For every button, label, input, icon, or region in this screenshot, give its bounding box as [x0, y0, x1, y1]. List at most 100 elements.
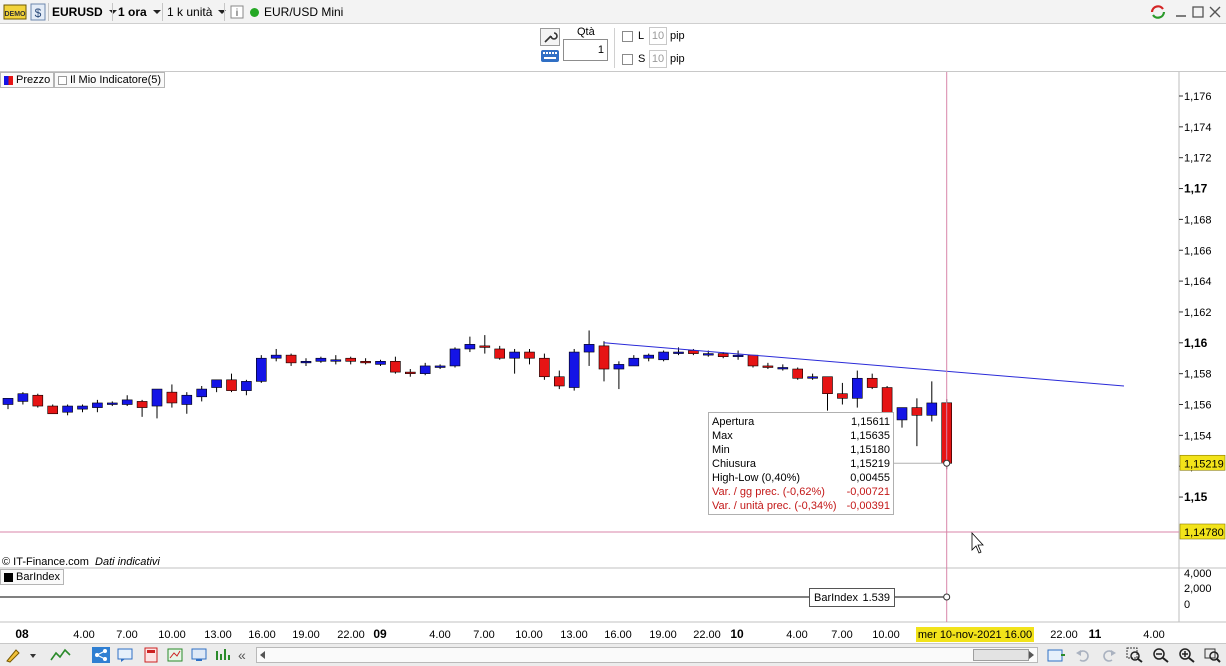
candle[interactable]	[628, 357, 640, 367]
candle[interactable]	[255, 357, 267, 382]
scroll-start-icon[interactable]: «	[238, 647, 256, 663]
timeframe-selector[interactable]: 1 ora	[118, 2, 161, 22]
candle[interactable]	[926, 402, 938, 416]
candle[interactable]	[658, 351, 669, 361]
candle[interactable]	[896, 407, 908, 421]
candle[interactable]	[315, 357, 327, 362]
refresh-icon[interactable]	[1148, 2, 1168, 22]
candle[interactable]	[390, 361, 401, 373]
info-icon[interactable]: i	[230, 2, 244, 22]
undo-icon[interactable]	[1074, 647, 1092, 663]
candle[interactable]	[747, 354, 759, 367]
candle[interactable]	[92, 402, 103, 408]
wrench-icon[interactable]	[540, 28, 560, 46]
candle[interactable]	[285, 354, 297, 364]
long-pips-input[interactable]: 10	[649, 27, 667, 45]
scroll-left-icon[interactable]	[260, 651, 265, 659]
candle[interactable]	[166, 391, 178, 404]
screen-icon[interactable]	[190, 647, 208, 663]
share-icon[interactable]	[92, 647, 110, 663]
candle[interactable]	[17, 393, 29, 402]
candle[interactable]	[241, 381, 252, 391]
chevron-down-icon[interactable]	[24, 647, 42, 663]
candle[interactable]	[792, 368, 804, 379]
long-checkbox[interactable]	[622, 31, 633, 42]
candle[interactable]	[911, 407, 923, 416]
candle[interactable]	[762, 365, 774, 368]
candle[interactable]	[404, 371, 416, 374]
keyboard-icon[interactable]	[540, 48, 560, 64]
candle[interactable]	[47, 405, 59, 415]
candle[interactable]	[375, 361, 386, 365]
indicator-icon[interactable]	[166, 647, 184, 663]
trendline[interactable]	[603, 342, 1125, 387]
candle[interactable]	[330, 359, 342, 362]
short-checkbox[interactable]	[622, 54, 633, 65]
zoom-box-icon[interactable]	[1126, 647, 1144, 663]
chart-area[interactable]: 1,176 1,174 1,172 1,17 1,168 1,166 1,164 1,162 1…	[0, 72, 1226, 666]
barindex-panel-label[interactable]: BarIndex	[0, 569, 65, 585]
candle[interactable]	[32, 394, 44, 407]
candle[interactable]	[732, 354, 744, 357]
candle[interactable]	[270, 354, 282, 359]
redo-icon[interactable]	[1100, 647, 1118, 663]
candle[interactable]	[226, 379, 237, 391]
candle[interactable]	[211, 379, 222, 388]
candle[interactable]	[479, 345, 491, 348]
legend-indicator[interactable]: Il Mio Indicatore(5)	[54, 72, 166, 88]
close-icon[interactable]	[1208, 2, 1222, 22]
chart-style-icon[interactable]	[50, 647, 71, 663]
candle[interactable]	[345, 357, 357, 362]
zoom-in-icon[interactable]	[1178, 647, 1196, 663]
units-selector[interactable]: 1 k unità	[167, 2, 227, 22]
short-pips-input[interactable]: 10	[649, 50, 667, 68]
chat-icon[interactable]	[116, 647, 134, 663]
candle[interactable]	[673, 351, 684, 354]
candle[interactable]	[613, 364, 625, 370]
price-chart[interactable]: 1,176 1,174 1,172 1,17 1,168 1,166 1,164 1,162 1…	[0, 72, 1226, 643]
candle[interactable]	[553, 376, 565, 387]
candle[interactable]	[136, 401, 148, 408]
candle[interactable]	[107, 402, 118, 405]
candle[interactable]	[434, 365, 446, 368]
candle[interactable]	[866, 377, 878, 388]
candle[interactable]	[151, 388, 163, 407]
symbol-selector[interactable]: EURUSD	[52, 2, 117, 22]
calculator-icon[interactable]	[142, 647, 160, 663]
candle[interactable]	[494, 348, 506, 359]
candle[interactable]	[837, 393, 848, 399]
candle[interactable]	[524, 351, 535, 359]
legend-price[interactable]: Prezzo	[0, 72, 55, 88]
candle[interactable]	[181, 394, 193, 405]
candle[interactable]	[539, 357, 550, 378]
candle[interactable]	[121, 399, 133, 405]
scrollbar-thumb[interactable]	[973, 649, 1029, 661]
scroll-right-icon[interactable]	[1029, 651, 1034, 659]
candle[interactable]	[702, 353, 714, 356]
candle[interactable]	[717, 353, 729, 357]
candle[interactable]	[643, 354, 655, 359]
candle[interactable]	[2, 398, 14, 405]
candle[interactable]	[449, 348, 461, 367]
candle[interactable]	[196, 388, 207, 398]
candle[interactable]	[777, 367, 789, 370]
candle[interactable]	[583, 344, 595, 353]
candle[interactable]	[822, 376, 833, 395]
maximize-icon[interactable]	[1191, 2, 1205, 22]
calendar-icon[interactable]	[1046, 647, 1065, 663]
qty-input[interactable]: 1	[563, 39, 608, 61]
zoom-out-icon[interactable]	[1152, 647, 1170, 663]
dollar-icon[interactable]: $	[30, 2, 46, 22]
backtest-icon[interactable]	[214, 647, 232, 663]
candle[interactable]	[300, 361, 312, 364]
candle[interactable]	[464, 344, 476, 350]
candle[interactable]	[360, 361, 371, 364]
candle[interactable]	[419, 365, 431, 374]
time-scrollbar[interactable]	[256, 647, 1038, 663]
pencil-icon[interactable]	[4, 647, 22, 663]
candle[interactable]	[509, 351, 520, 359]
zoom-reset-icon[interactable]	[1204, 647, 1222, 663]
candle[interactable]	[598, 345, 610, 370]
candle[interactable]	[568, 351, 580, 388]
candle[interactable]	[807, 376, 818, 379]
